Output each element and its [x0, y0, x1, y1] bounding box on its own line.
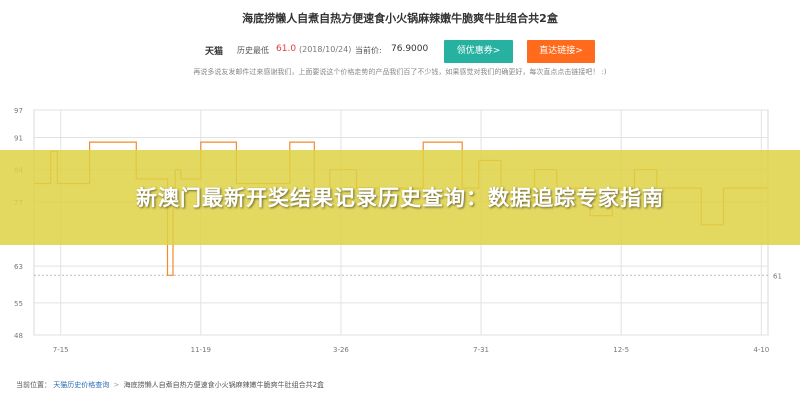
y-tick-label: 55 [14, 300, 23, 308]
historical-low-date: (2018/10/24) [299, 45, 352, 54]
price-info-row: 天猫 历史最低 61.0 (2018/10/24) 当前价: 76.9000 领… [0, 38, 800, 64]
y-tick-label: 91 [14, 135, 23, 143]
current-price-label: 当前价: [355, 46, 382, 55]
breadcrumb-prefix: 当前位置： [16, 381, 51, 389]
x-tick-label: 11-19 [191, 346, 211, 354]
overlay-banner: 新澳门最新开奖结果记录历史查询：数据追踪专家指南 [0, 150, 800, 245]
current-price-value: 76.9000 [391, 44, 429, 54]
x-tick-label: 7-31 [473, 346, 489, 354]
breadcrumb-separator: > [113, 381, 120, 389]
historical-low-value: 61.0 [276, 44, 297, 54]
get-coupon-button[interactable]: 领优惠券> [444, 40, 513, 63]
y-tick-label: 48 [14, 332, 23, 340]
historical-low-label: 历史最低 [237, 46, 269, 55]
breadcrumb-link-history[interactable]: 天猫历史价格查询 [53, 381, 109, 389]
notice-text: 再说多说友发邮件过来感谢我们，上面要说这个价格走势的产品我们百了不少钱，如果感觉… [193, 68, 607, 76]
product-title: 海底捞懒人自煮自热方便速食小火锅麻辣嫩牛脆爽牛肚组合共2盒 [242, 12, 558, 25]
x-tick-label: 7-15 [53, 346, 69, 354]
y-tick-label: 63 [14, 263, 23, 271]
x-tick-label: 3-26 [333, 346, 349, 354]
store-name: 天猫 [205, 47, 224, 57]
breadcrumb: 当前位置： 天猫历史价格查询 > 海底捞懒人自煮自热方便速食小火锅麻辣嫩牛脆爽牛… [16, 380, 324, 392]
y-tick-label: 97 [14, 107, 23, 115]
historical-low-line-label: 61 [773, 272, 782, 280]
x-tick-label: 12-5 [613, 346, 629, 354]
breadcrumb-current: 海底捞懒人自煮自热方便速食小火锅麻辣嫩牛脆爽牛肚组合共2盒 [123, 381, 325, 389]
x-tick-label: 4-10 [753, 346, 769, 354]
banner-headline: 新澳门最新开奖结果记录历史查询：数据追踪专家指南 [136, 185, 664, 210]
direct-link-button[interactable]: 直达链接> [527, 40, 595, 63]
